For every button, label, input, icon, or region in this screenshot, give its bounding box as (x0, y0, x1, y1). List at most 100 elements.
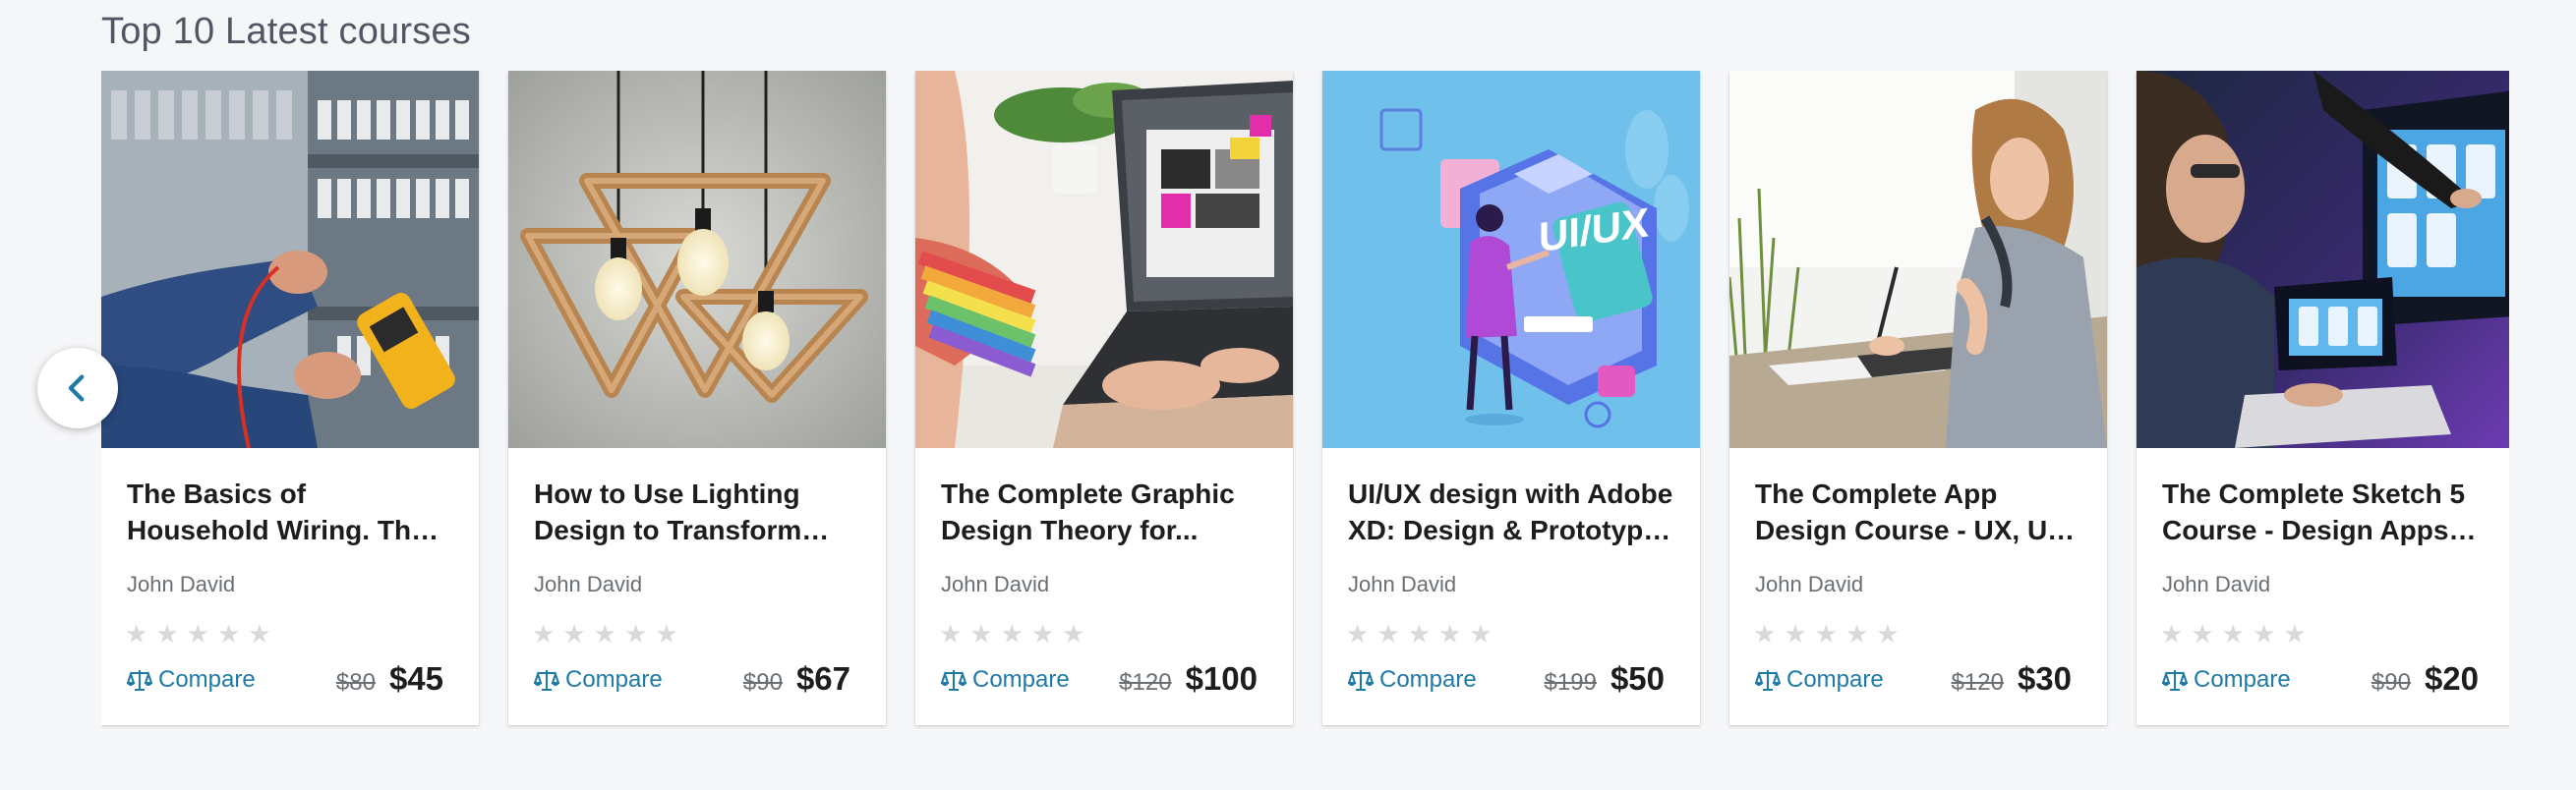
course-price: $80 $45 (336, 660, 443, 698)
compare-label: Compare (2194, 666, 2291, 693)
latest-courses-section: Top 10 Latest courses The Basics of Hous… (0, 0, 2576, 790)
star-icon: ★ (1437, 619, 1462, 649)
current-price: $45 (388, 660, 443, 697)
laptop-design-image (915, 71, 1293, 448)
scale-icon (941, 668, 966, 692)
star-icon: ★ (2191, 619, 2214, 649)
scale-icon (1348, 668, 1374, 692)
star-icon: ★ (562, 619, 586, 649)
star-icon: ★ (1844, 619, 1869, 649)
star-icon: ★ (1376, 619, 1400, 649)
course-thumbnail-electrician[interactable] (101, 71, 479, 448)
course-title[interactable]: How to Use Lighting Design to Transform … (534, 476, 860, 548)
current-price: $30 (2017, 660, 2072, 697)
compare-label: Compare (1786, 666, 1884, 693)
compare-button[interactable]: Compare (1348, 666, 1477, 694)
star-icon: ★ (1030, 619, 1055, 649)
course-author: John David (1755, 572, 1864, 596)
carousel-prev-button[interactable] (37, 348, 118, 428)
star-icon: ★ (2283, 619, 2307, 649)
course-author: John David (1348, 572, 1457, 596)
star-icon: ★ (216, 619, 241, 649)
star-icon: ★ (1876, 619, 1900, 649)
compare-label: Compare (158, 666, 256, 693)
star-icon: ★ (939, 619, 963, 649)
course-thumbnail-sketch[interactable] (2137, 71, 2509, 448)
compare-button[interactable]: Compare (534, 666, 663, 694)
star-icon: ★ (1814, 619, 1838, 649)
course-carousel: The Basics of Household Wiring. The Elec… (101, 71, 2509, 729)
course-title[interactable]: The Complete App Design Course - UX, UI … (1755, 476, 2081, 548)
section-title: Top 10 Latest courses (101, 11, 471, 52)
star-icon: ★ (1784, 619, 1807, 649)
compare-button[interactable]: Compare (941, 666, 1070, 694)
course-card[interactable]: The Complete Graphic Design Theory for..… (915, 71, 1293, 725)
course-thumbnail-ui-ux[interactable]: UI/UX (1322, 71, 1700, 448)
designers-monitors-image (2137, 71, 2509, 448)
course-card[interactable]: The Complete App Design Course - UX, UI … (1729, 71, 2107, 725)
course-title[interactable]: The Complete Sketch 5 Course - Design Ap… (2162, 476, 2488, 548)
old-price: $120 (1951, 669, 2004, 696)
star-icon: ★ (969, 619, 993, 649)
compare-button[interactable]: Compare (1755, 666, 1884, 694)
course-author: John David (941, 572, 1050, 596)
course-title[interactable]: The Basics of Household Wiring. The Elec… (127, 476, 453, 548)
ui-ux-illustration: UI/UX (1322, 71, 1700, 448)
chevron-left-icon (68, 374, 85, 402)
course-card-body: The Basics of Household Wiring. The Elec… (101, 448, 479, 725)
compare-button[interactable]: Compare (2162, 666, 2291, 694)
old-price: $199 (1544, 669, 1597, 696)
compare-label: Compare (565, 666, 663, 693)
scale-icon (1755, 668, 1781, 692)
star-icon: ★ (2221, 619, 2245, 649)
scale-icon (127, 668, 152, 692)
course-author: John David (2162, 572, 2271, 596)
course-card-body: How to Use Lighting Design to Transform … (508, 448, 886, 725)
current-price: $20 (2424, 660, 2479, 697)
star-icon: ★ (655, 619, 678, 649)
electrician-image (101, 71, 479, 448)
current-price: $50 (1610, 660, 1665, 697)
woman-tablet-image (1729, 71, 2107, 448)
star-icon: ★ (532, 619, 556, 649)
old-price: $120 (1119, 669, 1172, 696)
star-icon: ★ (2252, 619, 2276, 649)
course-price: $120 $30 (1952, 660, 2072, 698)
course-price: $90 $67 (743, 660, 850, 698)
rating-stars: ★ ★ ★ ★ ★ (2160, 621, 2307, 647)
course-card-body: The Complete Sketch 5 Course - Design Ap… (2137, 448, 2509, 725)
course-card[interactable]: How to Use Lighting Design to Transform … (508, 71, 886, 725)
star-icon: ★ (248, 619, 271, 649)
rating-stars: ★ ★ ★ ★ ★ (939, 621, 1085, 647)
course-author: John David (127, 572, 236, 596)
rating-stars: ★ ★ ★ ★ ★ (1753, 621, 1900, 647)
course-price: $120 $100 (1119, 660, 1258, 698)
course-card[interactable]: The Complete Sketch 5 Course - Design Ap… (2137, 71, 2509, 725)
star-icon: ★ (155, 619, 179, 649)
star-icon: ★ (1469, 619, 1493, 649)
pendant-lamps-image (508, 71, 886, 448)
star-icon: ★ (2160, 619, 2184, 649)
course-card-body: The Complete App Design Course - UX, UI … (1729, 448, 2107, 725)
star-icon: ★ (1407, 619, 1431, 649)
course-title[interactable]: UI/UX design with Adobe XD: Design & Pro… (1348, 476, 1674, 548)
course-price: $199 $50 (1545, 660, 1665, 698)
old-price: $90 (2371, 669, 2411, 696)
course-thumbnail-app-design[interactable] (1729, 71, 2107, 448)
course-card[interactable]: The Basics of Household Wiring. The Elec… (101, 71, 479, 725)
course-thumbnail-graphic-design[interactable] (915, 71, 1293, 448)
course-price: $90 $20 (2371, 660, 2479, 698)
star-icon: ★ (1346, 619, 1370, 649)
course-card[interactable]: UI/UX UI/UX design with Adobe XD: Design… (1322, 71, 1700, 725)
course-title[interactable]: The Complete Graphic Design Theory for..… (941, 476, 1267, 548)
course-author: John David (534, 572, 643, 596)
scale-icon (2162, 668, 2188, 692)
star-icon: ★ (1062, 619, 1085, 649)
old-price: $80 (335, 669, 376, 696)
scale-icon (534, 668, 559, 692)
current-price: $67 (795, 660, 850, 697)
course-thumbnail-lighting[interactable] (508, 71, 886, 448)
compare-button[interactable]: Compare (127, 666, 256, 694)
rating-stars: ★ ★ ★ ★ ★ (1346, 621, 1493, 647)
old-price: $90 (742, 669, 783, 696)
